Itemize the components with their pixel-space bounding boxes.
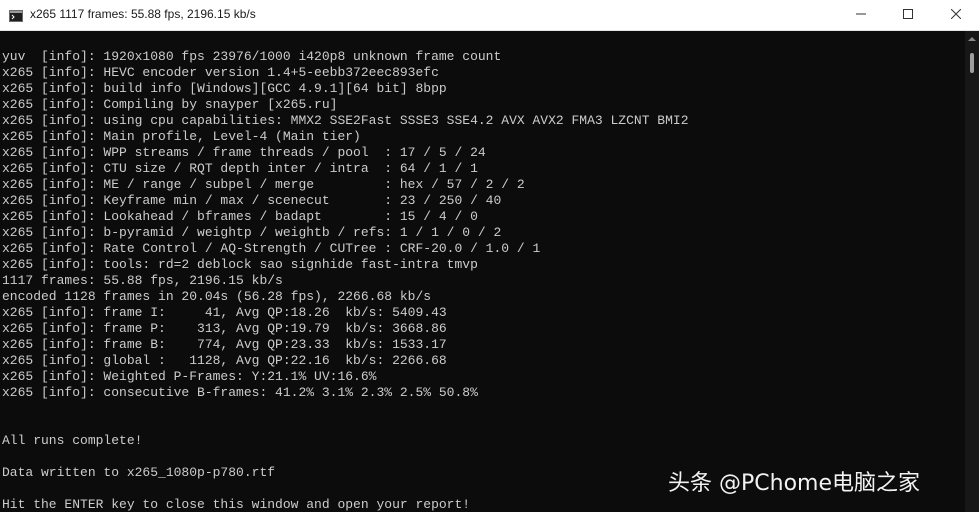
console-line: x265 [info]: ME / range / subpel / merge… <box>2 177 525 192</box>
close-icon <box>950 6 962 24</box>
console-line: x265 [info]: CTU size / RQT depth inter … <box>2 161 478 176</box>
console-line: x265 [info]: build info [Windows][GCC 4.… <box>2 81 447 96</box>
vertical-scrollbar[interactable] <box>965 31 979 512</box>
console-line: x265 [info]: Main profile, Level-4 (Main… <box>2 129 361 144</box>
console-line: x265 [info]: HEVC encoder version 1.4+5-… <box>2 65 439 80</box>
console-line: x265 [info]: b-pyramid / weightp / weigh… <box>2 225 502 240</box>
minimize-icon <box>856 6 866 24</box>
console-line: Hit the ENTER key to close this window a… <box>2 497 471 512</box>
console-line: x265 [info]: WPP streams / frame threads… <box>2 145 486 160</box>
console-line: x265 [info]: frame B: 774, Avg QP:23.33 … <box>2 337 447 352</box>
console-line: x265 [info]: Rate Control / AQ-Strength … <box>2 241 541 256</box>
console-line: x265 [info]: Lookahead / bframes / badap… <box>2 209 478 224</box>
console-window: x265 1117 frames: 55.88 fps, 2196.15 kb/… <box>0 0 979 512</box>
console-line: x265 [info]: frame I: 41, Avg QP:18.26 k… <box>2 305 447 320</box>
console-line: x265 [info]: Weighted P-Frames: Y:21.1% … <box>2 369 377 384</box>
console-line: x265 [info]: Keyframe min / max / scenec… <box>2 193 502 208</box>
maximize-icon <box>903 6 913 24</box>
scroll-up-arrow-icon[interactable] <box>968 37 976 41</box>
minimize-button[interactable] <box>838 0 884 30</box>
console-line: x265 [info]: global : 1128, Avg QP:22.16… <box>2 353 447 368</box>
console-line: Data written to x265_1080p-p780.rtf <box>2 465 276 480</box>
watermark-text: 头条 @PChome电脑之家 <box>668 471 920 496</box>
console-line: encoded 1128 frames in 20.04s (56.28 fps… <box>2 289 432 304</box>
maximize-button[interactable] <box>885 0 931 30</box>
console-line: x265 [info]: Compiling by snayper [x265.… <box>2 97 338 112</box>
console-line: x265 [info]: tools: rd=2 deblock sao sig… <box>2 257 478 272</box>
console-line: x265 [info]: consecutive B-frames: 41.2%… <box>2 385 478 400</box>
console-line: yuv [info]: 1920x1080 fps 23976/1000 i42… <box>2 49 502 64</box>
console-line: 1117 frames: 55.88 fps, 2196.15 kb/s <box>2 273 283 288</box>
close-button[interactable] <box>933 0 979 30</box>
console-text: yuv [info]: 1920x1080 fps 23976/1000 i42… <box>2 49 689 512</box>
window-title: x265 1117 frames: 55.88 fps, 2196.15 kb/… <box>30 7 256 21</box>
scrollbar-thumb[interactable] <box>970 53 974 73</box>
title-bar[interactable]: x265 1117 frames: 55.88 fps, 2196.15 kb/… <box>0 0 979 31</box>
console-line: x265 [info]: using cpu capabilities: MMX… <box>2 113 689 128</box>
console-line: x265 [info]: frame P: 313, Avg QP:19.79 … <box>2 321 447 336</box>
console-app-icon <box>9 9 23 22</box>
console-output[interactable]: yuv [info]: 1920x1080 fps 23976/1000 i42… <box>0 31 965 512</box>
console-line: All runs complete! <box>2 433 143 448</box>
